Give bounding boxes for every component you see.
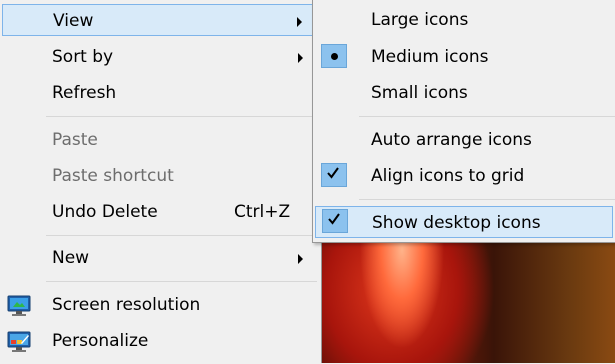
menu-item-paste[interactable]: Paste bbox=[2, 124, 319, 156]
checkmark-icon bbox=[328, 213, 340, 225]
checkmark-box bbox=[321, 163, 347, 187]
submenu-item-small-icons[interactable]: Small icons bbox=[315, 77, 613, 109]
submenu-item-show-desktop-icons[interactable]: Show desktop icons bbox=[315, 206, 613, 238]
desktop-wallpaper bbox=[312, 230, 615, 363]
menu-item-label: Personalize bbox=[52, 331, 149, 351]
menu-item-label: Sort by bbox=[52, 47, 114, 67]
menu-item-label: View bbox=[53, 11, 94, 31]
menu-item-label: Refresh bbox=[52, 83, 117, 103]
menu-item-label: Medium icons bbox=[371, 47, 489, 67]
menu-item-paste-shortcut[interactable]: Paste shortcut bbox=[2, 160, 319, 192]
checkmark-icon bbox=[327, 167, 339, 179]
submenu-item-auto-arrange-icons[interactable]: Auto arrange icons bbox=[315, 124, 613, 156]
radio-selected-mark bbox=[321, 44, 347, 68]
menu-item-screen-resolution[interactable]: Screen resolution bbox=[2, 289, 319, 321]
menu-item-label: Paste shortcut bbox=[52, 166, 174, 186]
menu-separator bbox=[46, 235, 317, 236]
menu-item-label: Align icons to grid bbox=[371, 166, 525, 186]
menu-item-personalize[interactable]: Personalize bbox=[2, 325, 319, 357]
submenu-item-large-icons[interactable]: Large icons bbox=[315, 4, 613, 36]
menu-item-label: Auto arrange icons bbox=[371, 130, 532, 150]
view-submenu: Large icons Medium icons Small icons Aut… bbox=[312, 0, 615, 243]
checkmark-box bbox=[322, 209, 348, 233]
menu-item-new[interactable]: New bbox=[2, 242, 319, 274]
submenu-arrow-icon bbox=[297, 17, 302, 27]
menu-separator bbox=[359, 199, 615, 200]
menu-item-undo-delete[interactable]: Undo Delete Ctrl+Z bbox=[2, 196, 319, 228]
menu-item-label: Paste bbox=[52, 130, 98, 150]
menu-item-shortcut: Ctrl+Z bbox=[234, 202, 291, 222]
personalize-icon bbox=[7, 331, 33, 353]
menu-separator bbox=[359, 116, 615, 117]
menu-separator bbox=[46, 281, 317, 282]
menu-item-label: Screen resolution bbox=[52, 295, 201, 315]
menu-item-refresh[interactable]: Refresh bbox=[2, 77, 319, 109]
menu-item-label: Show desktop icons bbox=[372, 213, 541, 233]
submenu-item-medium-icons[interactable]: Medium icons bbox=[315, 41, 613, 73]
desktop-context-menu: View Sort by Refresh Paste Paste shortcu… bbox=[0, 0, 322, 363]
menu-item-view[interactable]: View bbox=[2, 4, 319, 36]
menu-item-label: Large icons bbox=[371, 10, 469, 30]
menu-item-sort-by[interactable]: Sort by bbox=[2, 41, 319, 73]
submenu-arrow-icon bbox=[298, 254, 303, 264]
bullet-icon bbox=[331, 53, 338, 60]
menu-item-label: Small icons bbox=[371, 83, 468, 103]
submenu-arrow-icon bbox=[298, 53, 303, 63]
menu-item-label: Undo Delete bbox=[52, 202, 158, 222]
screen-resolution-icon bbox=[7, 295, 33, 317]
submenu-item-align-icons-to-grid[interactable]: Align icons to grid bbox=[315, 160, 613, 192]
menu-item-label: New bbox=[52, 248, 90, 268]
menu-separator bbox=[46, 116, 317, 117]
